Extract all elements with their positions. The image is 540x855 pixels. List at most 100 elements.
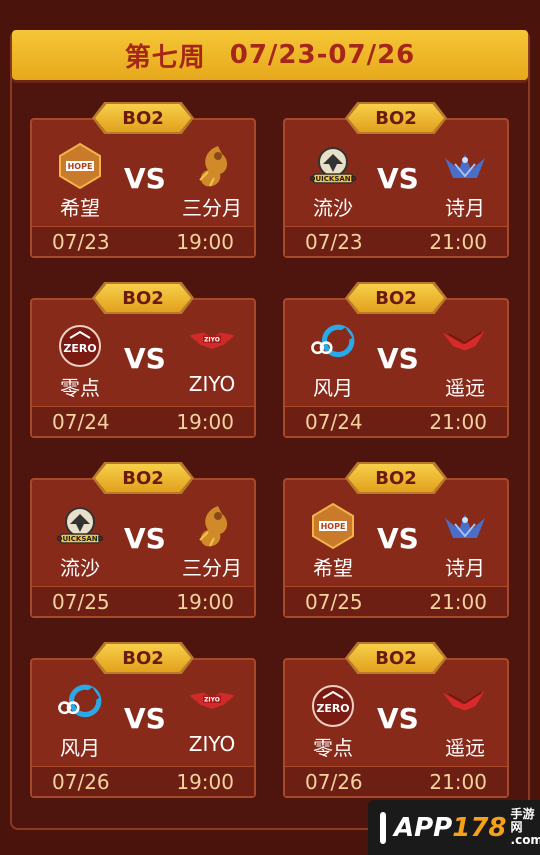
team-2-name: 遥远 xyxy=(445,736,485,760)
match-date: 07/24 xyxy=(52,409,110,434)
yaoyuan-logo-icon xyxy=(441,682,489,730)
team-2: 诗月 xyxy=(425,142,505,221)
team-1: 风月 xyxy=(40,682,120,761)
vs-label: VS xyxy=(377,342,419,375)
match-card: BO2 QUICKSAND 流沙 VS 诗月 07/23 21:00 xyxy=(283,102,509,258)
team-1: HOPE 希望 xyxy=(40,142,120,221)
hope-logo-icon: HOPE xyxy=(56,142,104,190)
team-1: 风月 xyxy=(293,322,373,401)
match-card: BO2 风月 VS 遥远 07/24 21:00 xyxy=(283,282,509,438)
team-1: QUICKSAND 流沙 xyxy=(293,142,373,221)
match-body: ZERO 零点 VS 遥远 xyxy=(285,660,507,768)
watermark-suffix-bottom: .com xyxy=(510,833,540,848)
match-time: 21:00 xyxy=(429,769,487,794)
ziyo-logo-icon: ZIYO xyxy=(188,682,236,730)
svg-text:ZIYO: ZIYO xyxy=(204,337,220,344)
watermark-number: 178 xyxy=(452,812,507,843)
zero-logo-icon: ZERO xyxy=(56,322,104,370)
match-date: 07/23 xyxy=(52,229,110,254)
match-date: 07/23 xyxy=(305,229,363,254)
team-1: ZERO 零点 xyxy=(40,322,120,401)
svg-text:ZIYO: ZIYO xyxy=(204,697,220,704)
match-time: 19:00 xyxy=(176,229,234,254)
ziyo-logo-icon: ZIYO xyxy=(188,322,236,370)
svg-text:ZERO: ZERO xyxy=(63,342,96,355)
team-2-name: 诗月 xyxy=(445,196,485,220)
team-2-name: 诗月 xyxy=(445,556,485,580)
team-1: QUICKSAND 流沙 xyxy=(40,502,120,581)
svg-text:HOPE: HOPE xyxy=(321,522,346,531)
match-time: 21:00 xyxy=(429,589,487,614)
match-footer: 07/25 19:00 xyxy=(32,586,254,616)
team-2-name: 三分月 xyxy=(182,196,242,220)
team-1: HOPE 希望 xyxy=(293,502,373,581)
match-time: 19:00 xyxy=(176,769,234,794)
team-1-name: 希望 xyxy=(60,196,100,220)
svg-text:QUICKSAND: QUICKSAND xyxy=(57,535,104,543)
match-time: 19:00 xyxy=(176,589,234,614)
team-1-name: 零点 xyxy=(60,376,100,400)
team-1: ZERO 零点 xyxy=(293,682,373,761)
match-card: BO2 HOPE 希望 VS 诗月 07/25 21:00 xyxy=(283,462,509,618)
svg-text:HOPE: HOPE xyxy=(68,162,93,171)
match-body: ZERO 零点 VS ZIYO ZIYO xyxy=(32,300,254,408)
vs-label: VS xyxy=(124,702,166,735)
quicksand-logo-icon: QUICKSAND xyxy=(309,142,357,190)
match-date: 07/25 xyxy=(52,589,110,614)
team-1-name: 希望 xyxy=(313,556,353,580)
watermark-app: APP xyxy=(394,812,453,843)
team-2: 遥远 xyxy=(425,322,505,401)
vs-label: VS xyxy=(124,342,166,375)
vs-label: VS xyxy=(377,162,419,195)
fengyue-logo-icon xyxy=(309,322,357,370)
match-date: 07/26 xyxy=(305,769,363,794)
shiyue-logo-icon xyxy=(441,142,489,190)
match-date: 07/26 xyxy=(52,769,110,794)
team-1-name: 风月 xyxy=(60,736,100,760)
match-footer: 07/23 21:00 xyxy=(285,226,507,256)
sanfenyue-logo-icon xyxy=(188,142,236,190)
match-footer: 07/26 21:00 xyxy=(285,766,507,796)
match-body: 风月 VS ZIYO ZIYO xyxy=(32,660,254,768)
match-footer: 07/26 19:00 xyxy=(32,766,254,796)
match-card: BO2 ZERO 零点 VS 遥远 07/26 21:00 xyxy=(283,642,509,798)
team-1-name: 流沙 xyxy=(313,196,353,220)
week-date-range: 07/23-07/26 xyxy=(229,40,416,70)
match-body: QUICKSAND 流沙 VS 诗月 xyxy=(285,120,507,228)
team-2: ZIYO ZIYO xyxy=(172,682,252,756)
site-watermark: APP 178 手游网 .com xyxy=(368,800,540,855)
match-card: BO2 QUICKSAND 流沙 VS 三分月 07/25 19:00 xyxy=(30,462,256,618)
fengyue-logo-icon xyxy=(56,682,104,730)
svg-text:QUICKSAND: QUICKSAND xyxy=(310,175,357,183)
vs-label: VS xyxy=(377,702,419,735)
match-footer: 07/24 21:00 xyxy=(285,406,507,436)
team-2-name: ZIYO xyxy=(188,732,236,756)
hope-logo-icon: HOPE xyxy=(309,502,357,550)
match-time: 19:00 xyxy=(176,409,234,434)
team-2: ZIYO ZIYO xyxy=(172,322,252,396)
week-label: 第七周 xyxy=(124,42,206,73)
team-2-name: 三分月 xyxy=(182,556,242,580)
watermark-suffix-top: 手游网 xyxy=(510,806,535,834)
shiyue-logo-icon xyxy=(441,502,489,550)
zero-logo-icon: ZERO xyxy=(309,682,357,730)
match-date: 07/24 xyxy=(305,409,363,434)
match-time: 21:00 xyxy=(429,229,487,254)
match-footer: 07/25 21:00 xyxy=(285,586,507,616)
match-time: 21:00 xyxy=(429,409,487,434)
team-2-name: ZIYO xyxy=(188,372,236,396)
vs-label: VS xyxy=(124,522,166,555)
match-card: BO2 风月 VS ZIYO ZIYO 07/26 19:00 xyxy=(30,642,256,798)
watermark-suffix: 手游网 .com xyxy=(510,806,540,848)
svg-text:ZERO: ZERO xyxy=(316,702,349,715)
team-2-name: 遥远 xyxy=(445,376,485,400)
phone-icon xyxy=(380,811,386,844)
match-footer: 07/24 19:00 xyxy=(32,406,254,436)
week-header: 第七周 07/23-07/26 xyxy=(12,30,528,80)
team-1-name: 风月 xyxy=(313,376,353,400)
match-footer: 07/23 19:00 xyxy=(32,226,254,256)
team-2: 三分月 xyxy=(172,142,252,221)
match-body: 风月 VS 遥远 xyxy=(285,300,507,408)
match-body: HOPE 希望 VS 诗月 xyxy=(285,480,507,588)
team-2: 遥远 xyxy=(425,682,505,761)
